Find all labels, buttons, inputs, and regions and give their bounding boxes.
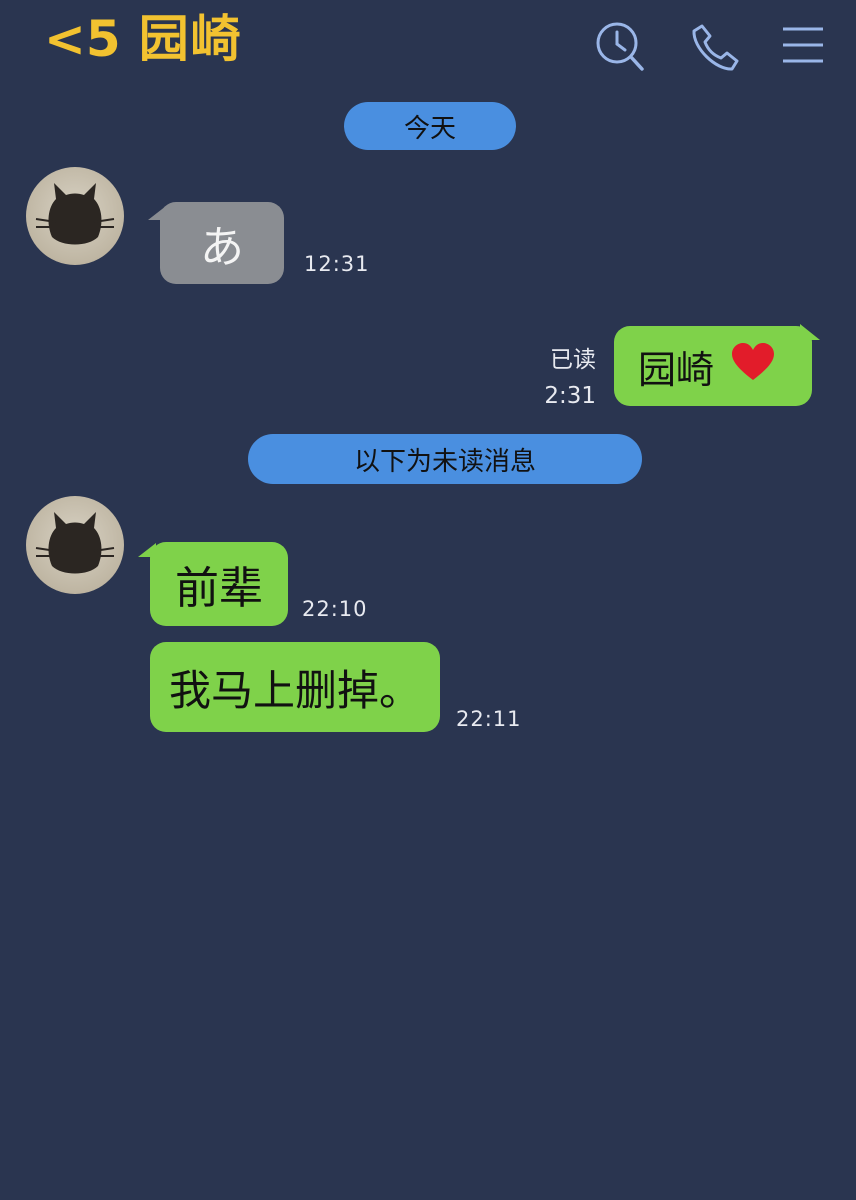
message-text: 园崎: [638, 347, 715, 392]
phone-icon[interactable]: [688, 20, 742, 78]
back-button[interactable]: <5 园崎: [44, 12, 243, 67]
message-bubble-1[interactable]: あ: [160, 202, 284, 284]
message-bubble-3[interactable]: 前辈: [150, 542, 288, 626]
message-time: 22:10: [302, 597, 368, 621]
message-time: 2:31: [544, 383, 596, 409]
message-bubble-4[interactable]: 我马上删掉。: [150, 642, 440, 732]
back-label: <5: [44, 10, 121, 68]
unread-divider-label: 以下为未读消息: [353, 446, 536, 477]
message-time: 22:11: [456, 707, 522, 731]
chat-header: <5 园崎: [0, 0, 856, 92]
heart-icon: [730, 342, 776, 391]
message-text: あ: [200, 222, 244, 273]
cat-icon: [35, 512, 115, 574]
read-receipt: 已读 2:31: [520, 342, 596, 414]
menu-icon[interactable]: [780, 22, 826, 72]
contact-avatar[interactable]: [26, 167, 124, 265]
message-text: 前辈: [175, 563, 263, 614]
chat-title: 园崎: [138, 10, 243, 68]
date-divider-label: 今天: [403, 113, 456, 144]
unread-divider: 以下为未读消息: [248, 434, 642, 484]
message-bubble-2[interactable]: 园崎: [614, 326, 812, 406]
contact-avatar[interactable]: [26, 496, 124, 594]
bubble-tail: [800, 324, 820, 340]
date-divider-today: 今天: [344, 102, 516, 150]
search-clock-icon[interactable]: [594, 20, 646, 78]
message-time: 12:31: [304, 252, 370, 276]
cat-icon: [35, 183, 115, 245]
read-label: 已读: [550, 347, 596, 373]
message-text: 我马上删掉。: [168, 665, 421, 715]
